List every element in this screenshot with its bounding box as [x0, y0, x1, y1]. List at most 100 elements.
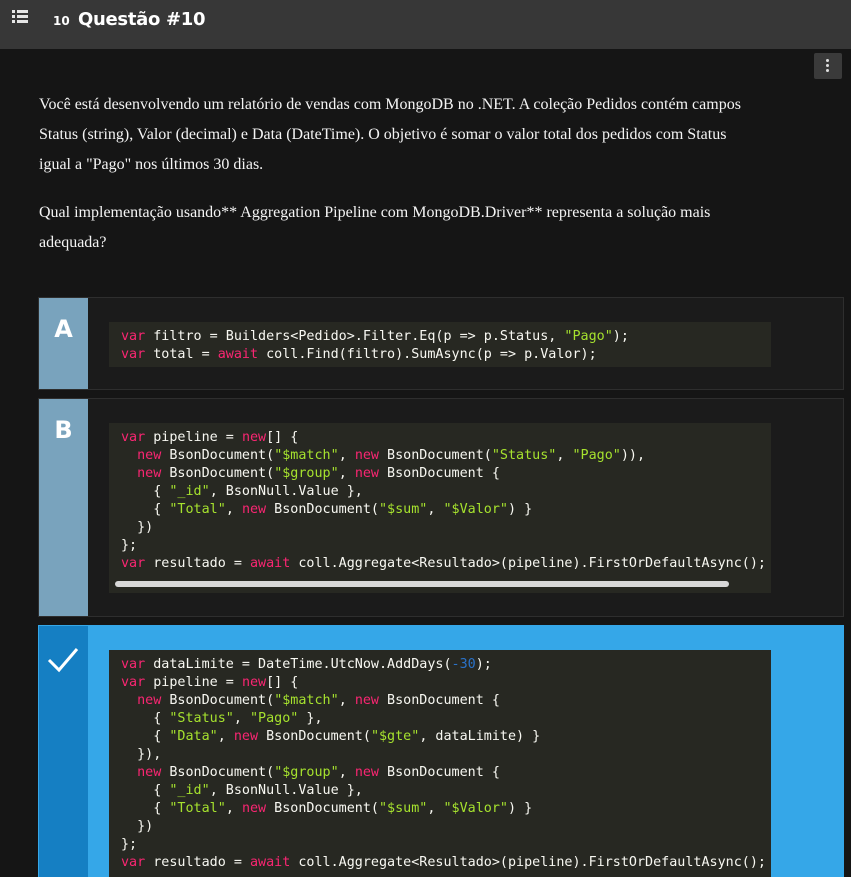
code-token: pipeline =	[145, 430, 242, 445]
code-token: BsonDocument(	[379, 448, 492, 463]
option-b[interactable]: B var pipeline = new[] { new BsonDocumen…	[38, 398, 844, 617]
code-token: {	[121, 801, 170, 816]
code-token: })	[121, 520, 154, 535]
question-paragraph: Você está desenvolvendo um relatório de …	[39, 96, 741, 173]
code-horizontal-scrollbar[interactable]	[109, 575, 771, 593]
list-menu-icon[interactable]	[12, 10, 28, 24]
code-token: BsonDocument {	[379, 765, 500, 780]
code-token: "Pago"	[250, 711, 299, 726]
code-token: coll.Aggregate<Resultado>(pipeline).Firs…	[290, 556, 766, 571]
question-number: 10	[53, 14, 70, 28]
code-line: var resultado = await coll.Aggregate<Res…	[121, 854, 771, 872]
option-letter-b: B	[39, 399, 88, 616]
code-token: "$group"	[274, 466, 339, 481]
code-token: [] {	[266, 675, 299, 690]
more-vertical-icon[interactable]	[814, 53, 842, 79]
code-token: "$group"	[274, 765, 339, 780]
code-line: };	[121, 537, 771, 555]
code-token: coll.Aggregate<Resultado>(pipeline).Firs…	[290, 855, 766, 870]
option-letter-label: B	[54, 416, 73, 444]
code-block-b: var pipeline = new[] { new BsonDocument(…	[109, 423, 771, 593]
code-token: var	[121, 556, 146, 571]
code-token: ,	[427, 502, 444, 517]
code-line: new BsonDocument("$match", new BsonDocum…	[121, 447, 771, 465]
option-c[interactable]: var dataLimite = DateTime.UtcNow.AddDays…	[38, 625, 844, 877]
code-token: "$Valor"	[443, 801, 509, 816]
question-title: Questão #10	[78, 9, 206, 30]
code-token: "Pago"	[572, 448, 621, 463]
code-token: };	[121, 837, 138, 852]
option-a[interactable]: A var filtro = Builders<Pedido>.Filter.E…	[38, 297, 844, 390]
code-token: resultado =	[145, 855, 250, 870]
code-token: [] {	[266, 430, 299, 445]
code-token: })	[121, 819, 154, 834]
code-token: "$sum"	[379, 502, 428, 517]
code-token: "$match"	[274, 448, 339, 463]
code-token: ,	[338, 765, 355, 780]
code-token: BsonDocument {	[379, 693, 500, 708]
code-token: "$match"	[274, 693, 339, 708]
code-token: , BsonNull.Value },	[209, 783, 363, 798]
code-token: "$Valor"	[443, 502, 509, 517]
code-token: {	[121, 711, 170, 726]
code-token: new	[241, 430, 267, 445]
code-block-c: var dataLimite = DateTime.UtcNow.AddDays…	[109, 650, 771, 877]
code-block-a: var filtro = Builders<Pedido>.Filter.Eq(…	[109, 322, 771, 367]
code-token: );	[475, 657, 492, 672]
code-token: ) }	[508, 801, 533, 816]
code-token: ,	[427, 801, 444, 816]
code-token: }),	[121, 747, 162, 762]
code-token: resultado =	[145, 556, 250, 571]
code-token: new	[137, 693, 162, 708]
code-token: };	[121, 538, 138, 553]
code-token: , dataLimite) }	[419, 729, 541, 744]
code-token: BsonDocument(	[258, 729, 371, 744]
code-token: ,	[338, 693, 355, 708]
code-line: { "_id", BsonNull.Value },	[121, 483, 771, 501]
code-token: );	[612, 329, 629, 344]
code-line: var total = await coll.Find(filtro).SumA…	[121, 346, 771, 364]
option-indicator-c	[39, 626, 88, 877]
code-line: { "Status", "Pago" },	[121, 710, 771, 728]
code-line: var filtro = Builders<Pedido>.Filter.Eq(…	[121, 328, 771, 346]
question-text: Você está desenvolvendo um relatório de …	[39, 90, 759, 258]
code-token: ,	[225, 502, 242, 517]
code-token: BsonDocument(	[266, 502, 379, 517]
question-prompt: Qual implementação usando** Aggregation …	[39, 204, 711, 251]
code-token: new	[354, 448, 379, 463]
top-bar: 10 Questão #10	[0, 0, 851, 49]
code-line: };	[121, 836, 771, 854]
code-token: ,	[217, 729, 234, 744]
code-token: "Status"	[491, 448, 557, 463]
code-token: var	[121, 347, 146, 362]
code-token: {	[121, 502, 170, 517]
code-token: ) }	[508, 502, 533, 517]
option-letter-a: A	[39, 298, 88, 389]
code-token: await	[250, 556, 291, 571]
code-token: new	[354, 693, 379, 708]
code-token: ,	[338, 466, 355, 481]
code-token: var	[121, 430, 146, 445]
code-token: BsonDocument(	[161, 765, 275, 780]
code-token: filtro = Builders<Pedido>.Filter.Eq(p =>…	[145, 329, 565, 344]
code-line: new BsonDocument("$match", new BsonDocum…	[121, 692, 771, 710]
code-token: "_id"	[169, 484, 210, 499]
code-token: ,	[233, 711, 250, 726]
code-token: , BsonNull.Value },	[209, 484, 363, 499]
code-token: new	[233, 729, 259, 744]
code-token: await	[217, 347, 259, 362]
code-token: {	[121, 484, 170, 499]
code-token: "Total"	[169, 801, 226, 816]
code-line: })	[121, 519, 771, 537]
code-token: new	[354, 765, 379, 780]
code-token: },	[298, 711, 323, 726]
code-line: var dataLimite = DateTime.UtcNow.AddDays…	[121, 656, 771, 674]
code-line: var resultado = await coll.Aggregate<Res…	[121, 555, 771, 573]
code-token: "$gte"	[370, 729, 420, 744]
code-token: new	[241, 675, 267, 690]
code-token: ,	[225, 801, 242, 816]
code-line: { "Total", new BsonDocument("$sum", "$Va…	[121, 800, 771, 818]
